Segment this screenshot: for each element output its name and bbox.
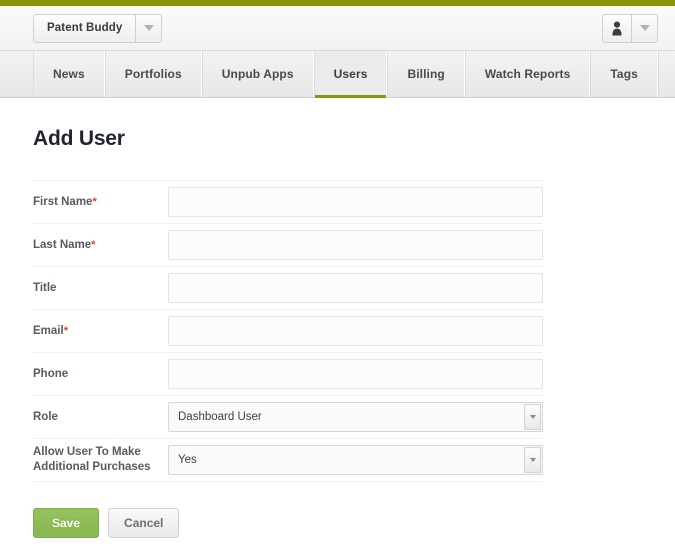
- role-select[interactable]: Dashboard User: [168, 402, 543, 432]
- label-first-name: First Name*: [33, 195, 168, 210]
- brand-button[interactable]: Patent Buddy: [33, 14, 135, 43]
- label-title: Title: [33, 281, 168, 296]
- field-email: [168, 316, 543, 346]
- phone-input[interactable]: [168, 359, 543, 389]
- cancel-button[interactable]: Cancel: [108, 508, 179, 538]
- form-actions: Save Cancel: [33, 508, 642, 538]
- required-marker: *: [64, 325, 68, 337]
- tab-tags[interactable]: Tags: [590, 51, 658, 97]
- chevron-down-icon: [144, 25, 154, 31]
- required-marker: *: [92, 196, 96, 208]
- label-text: Email: [33, 325, 64, 337]
- masthead: Patent Buddy: [0, 6, 675, 51]
- email-input[interactable]: [168, 316, 543, 346]
- label-text: First Name: [33, 196, 92, 208]
- field-title: [168, 273, 543, 303]
- field-phone: [168, 359, 543, 389]
- allow-purchases-select[interactable]: Yes: [168, 445, 543, 475]
- first-name-input[interactable]: [168, 187, 543, 217]
- label-role: Role: [33, 410, 168, 425]
- label-last-name: Last Name*: [33, 238, 168, 253]
- tab-portfolios[interactable]: Portfolios: [105, 51, 202, 97]
- field-role: Dashboard User: [168, 402, 543, 432]
- tab-watch-reports[interactable]: Watch Reports: [465, 51, 591, 97]
- title-input[interactable]: [168, 273, 543, 303]
- add-user-form: First Name* Last Name* Title Email*: [33, 180, 543, 482]
- label-allow-purchases: Allow User To Make Additional Purchases: [33, 445, 168, 475]
- save-button[interactable]: Save: [33, 508, 99, 538]
- form-row-email: Email*: [33, 310, 543, 353]
- form-row-last-name: Last Name*: [33, 224, 543, 267]
- tab-billing[interactable]: Billing: [387, 51, 464, 97]
- allow-purchases-select-wrapper[interactable]: Yes: [168, 445, 543, 475]
- page-title: Add User: [33, 127, 642, 151]
- form-row-first-name: First Name*: [33, 180, 543, 224]
- label-text: Last Name: [33, 239, 91, 251]
- label-email: Email*: [33, 324, 168, 339]
- chevron-down-icon: [640, 25, 650, 31]
- nav-filler: [658, 51, 675, 97]
- user-account-button[interactable]: [602, 14, 631, 43]
- form-row-title: Title: [33, 267, 543, 310]
- main-navigation: News Portfolios Unpub Apps Users Billing…: [0, 51, 675, 98]
- brand-dropdown-group[interactable]: Patent Buddy: [33, 14, 162, 43]
- user-menu-group[interactable]: [602, 14, 658, 43]
- form-row-role: Role Dashboard User: [33, 396, 543, 439]
- field-allow-purchases: Yes: [168, 445, 543, 475]
- brand-dropdown-toggle[interactable]: [135, 14, 162, 43]
- last-name-input[interactable]: [168, 230, 543, 260]
- role-select-wrapper[interactable]: Dashboard User: [168, 402, 543, 432]
- field-last-name: [168, 230, 543, 260]
- tab-users[interactable]: Users: [314, 51, 388, 97]
- form-row-phone: Phone: [33, 353, 543, 396]
- user-dropdown-toggle[interactable]: [631, 14, 658, 43]
- label-phone: Phone: [33, 367, 168, 382]
- person-icon: [611, 21, 623, 36]
- required-marker: *: [91, 239, 95, 251]
- page-content: Add User First Name* Last Name* Title: [0, 127, 675, 538]
- field-first-name: [168, 187, 543, 217]
- tab-unpub-apps[interactable]: Unpub Apps: [202, 51, 314, 97]
- form-row-allow-purchases: Allow User To Make Additional Purchases …: [33, 439, 543, 482]
- tab-news[interactable]: News: [33, 51, 105, 97]
